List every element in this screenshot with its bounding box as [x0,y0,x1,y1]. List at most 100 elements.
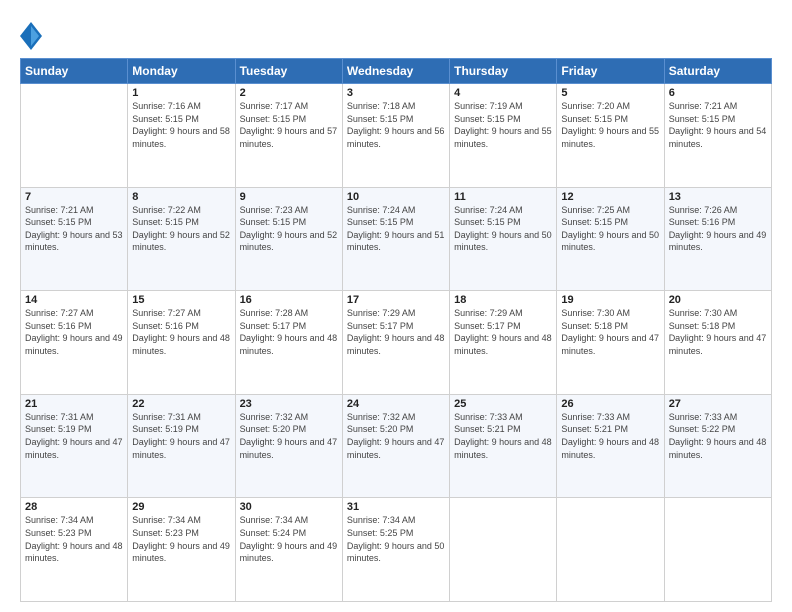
cell-info: Sunrise: 7:21 AMSunset: 5:15 PMDaylight:… [25,204,123,254]
day-number: 25 [454,398,552,410]
week-row-2: 7Sunrise: 7:21 AMSunset: 5:15 PMDaylight… [21,187,772,291]
day-number: 16 [240,294,338,306]
cell-info: Sunrise: 7:29 AMSunset: 5:17 PMDaylight:… [347,307,445,357]
calendar-cell: 19Sunrise: 7:30 AMSunset: 5:18 PMDayligh… [557,291,664,395]
calendar-cell: 4Sunrise: 7:19 AMSunset: 5:15 PMDaylight… [450,84,557,188]
calendar-cell: 13Sunrise: 7:26 AMSunset: 5:16 PMDayligh… [664,187,771,291]
cell-info: Sunrise: 7:22 AMSunset: 5:15 PMDaylight:… [132,204,230,254]
day-number: 2 [240,87,338,99]
day-number: 22 [132,398,230,410]
day-number: 9 [240,191,338,203]
cell-info: Sunrise: 7:16 AMSunset: 5:15 PMDaylight:… [132,100,230,150]
cell-info: Sunrise: 7:34 AMSunset: 5:25 PMDaylight:… [347,514,445,564]
calendar-cell: 7Sunrise: 7:21 AMSunset: 5:15 PMDaylight… [21,187,128,291]
week-row-1: 1Sunrise: 7:16 AMSunset: 5:15 PMDaylight… [21,84,772,188]
cell-info: Sunrise: 7:18 AMSunset: 5:15 PMDaylight:… [347,100,445,150]
cell-info: Sunrise: 7:27 AMSunset: 5:16 PMDaylight:… [132,307,230,357]
day-number: 19 [561,294,659,306]
calendar-header-row: SundayMondayTuesdayWednesdayThursdayFrid… [21,59,772,84]
calendar-cell: 3Sunrise: 7:18 AMSunset: 5:15 PMDaylight… [342,84,449,188]
calendar-cell: 17Sunrise: 7:29 AMSunset: 5:17 PMDayligh… [342,291,449,395]
page: SundayMondayTuesdayWednesdayThursdayFrid… [0,0,792,612]
day-number: 8 [132,191,230,203]
day-number: 31 [347,501,445,513]
calendar-cell [450,498,557,602]
day-number: 10 [347,191,445,203]
cell-info: Sunrise: 7:31 AMSunset: 5:19 PMDaylight:… [132,411,230,461]
day-number: 30 [240,501,338,513]
calendar-cell: 8Sunrise: 7:22 AMSunset: 5:15 PMDaylight… [128,187,235,291]
logo-icon [20,22,42,50]
cell-info: Sunrise: 7:34 AMSunset: 5:23 PMDaylight:… [132,514,230,564]
day-number: 24 [347,398,445,410]
day-number: 29 [132,501,230,513]
cell-info: Sunrise: 7:33 AMSunset: 5:21 PMDaylight:… [454,411,552,461]
week-row-5: 28Sunrise: 7:34 AMSunset: 5:23 PMDayligh… [21,498,772,602]
day-header-saturday: Saturday [664,59,771,84]
day-number: 26 [561,398,659,410]
day-number: 18 [454,294,552,306]
calendar-cell: 22Sunrise: 7:31 AMSunset: 5:19 PMDayligh… [128,394,235,498]
day-number: 23 [240,398,338,410]
calendar-cell: 12Sunrise: 7:25 AMSunset: 5:15 PMDayligh… [557,187,664,291]
cell-info: Sunrise: 7:33 AMSunset: 5:21 PMDaylight:… [561,411,659,461]
calendar-cell: 23Sunrise: 7:32 AMSunset: 5:20 PMDayligh… [235,394,342,498]
day-header-monday: Monday [128,59,235,84]
day-number: 4 [454,87,552,99]
cell-info: Sunrise: 7:29 AMSunset: 5:17 PMDaylight:… [454,307,552,357]
cell-info: Sunrise: 7:32 AMSunset: 5:20 PMDaylight:… [347,411,445,461]
calendar-cell: 14Sunrise: 7:27 AMSunset: 5:16 PMDayligh… [21,291,128,395]
cell-info: Sunrise: 7:32 AMSunset: 5:20 PMDaylight:… [240,411,338,461]
cell-info: Sunrise: 7:24 AMSunset: 5:15 PMDaylight:… [347,204,445,254]
day-header-tuesday: Tuesday [235,59,342,84]
calendar-cell: 25Sunrise: 7:33 AMSunset: 5:21 PMDayligh… [450,394,557,498]
day-number: 7 [25,191,123,203]
calendar-cell: 29Sunrise: 7:34 AMSunset: 5:23 PMDayligh… [128,498,235,602]
cell-info: Sunrise: 7:30 AMSunset: 5:18 PMDaylight:… [669,307,767,357]
calendar-table: SundayMondayTuesdayWednesdayThursdayFrid… [20,58,772,602]
calendar-cell: 31Sunrise: 7:34 AMSunset: 5:25 PMDayligh… [342,498,449,602]
calendar-cell: 28Sunrise: 7:34 AMSunset: 5:23 PMDayligh… [21,498,128,602]
calendar-cell: 16Sunrise: 7:28 AMSunset: 5:17 PMDayligh… [235,291,342,395]
calendar-cell: 30Sunrise: 7:34 AMSunset: 5:24 PMDayligh… [235,498,342,602]
day-number: 27 [669,398,767,410]
calendar-cell: 24Sunrise: 7:32 AMSunset: 5:20 PMDayligh… [342,394,449,498]
day-number: 1 [132,87,230,99]
cell-info: Sunrise: 7:19 AMSunset: 5:15 PMDaylight:… [454,100,552,150]
calendar-cell: 15Sunrise: 7:27 AMSunset: 5:16 PMDayligh… [128,291,235,395]
calendar-cell [557,498,664,602]
day-header-thursday: Thursday [450,59,557,84]
day-header-sunday: Sunday [21,59,128,84]
cell-info: Sunrise: 7:31 AMSunset: 5:19 PMDaylight:… [25,411,123,461]
cell-info: Sunrise: 7:21 AMSunset: 5:15 PMDaylight:… [669,100,767,150]
cell-info: Sunrise: 7:17 AMSunset: 5:15 PMDaylight:… [240,100,338,150]
day-number: 21 [25,398,123,410]
cell-info: Sunrise: 7:34 AMSunset: 5:24 PMDaylight:… [240,514,338,564]
day-header-friday: Friday [557,59,664,84]
cell-info: Sunrise: 7:30 AMSunset: 5:18 PMDaylight:… [561,307,659,357]
header [20,18,772,50]
cell-info: Sunrise: 7:25 AMSunset: 5:15 PMDaylight:… [561,204,659,254]
calendar-cell: 1Sunrise: 7:16 AMSunset: 5:15 PMDaylight… [128,84,235,188]
day-number: 15 [132,294,230,306]
cell-info: Sunrise: 7:26 AMSunset: 5:16 PMDaylight:… [669,204,767,254]
cell-info: Sunrise: 7:20 AMSunset: 5:15 PMDaylight:… [561,100,659,150]
calendar-cell: 21Sunrise: 7:31 AMSunset: 5:19 PMDayligh… [21,394,128,498]
calendar-cell [21,84,128,188]
calendar-cell: 18Sunrise: 7:29 AMSunset: 5:17 PMDayligh… [450,291,557,395]
cell-info: Sunrise: 7:23 AMSunset: 5:15 PMDaylight:… [240,204,338,254]
day-number: 28 [25,501,123,513]
day-number: 3 [347,87,445,99]
logo [20,22,44,50]
day-number: 5 [561,87,659,99]
cell-info: Sunrise: 7:34 AMSunset: 5:23 PMDaylight:… [25,514,123,564]
day-number: 14 [25,294,123,306]
day-number: 11 [454,191,552,203]
day-number: 12 [561,191,659,203]
week-row-3: 14 Sunrise: 7:27 AMSunset: 5:16 PMDayligh… [21,291,772,395]
calendar-cell [664,498,771,602]
calendar-cell: 11Sunrise: 7:24 AMSunset: 5:15 PMDayligh… [450,187,557,291]
day-number: 20 [669,294,767,306]
calendar-cell: 6Sunrise: 7:21 AMSunset: 5:15 PMDaylight… [664,84,771,188]
calendar-cell: 5Sunrise: 7:20 AMSunset: 5:15 PMDaylight… [557,84,664,188]
